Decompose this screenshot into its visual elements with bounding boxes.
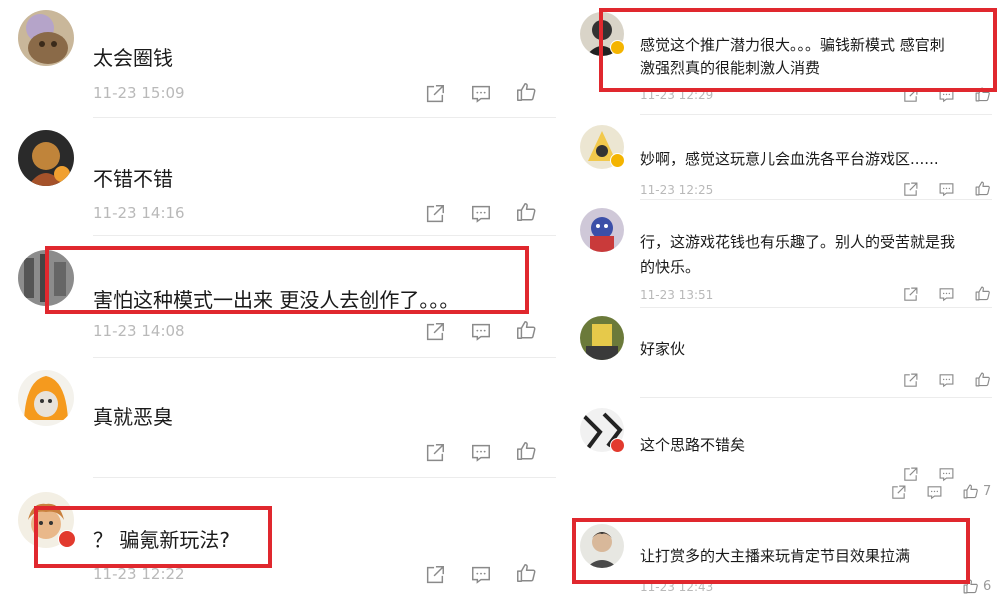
comment-icon[interactable]	[938, 181, 955, 198]
comment-item: 害怕这种模式一出来 更没人去创作了。。。 11-23 14:08	[0, 236, 566, 358]
verified-badge-icon	[610, 40, 625, 55]
comment-icon[interactable]	[938, 466, 955, 483]
share-icon[interactable]	[424, 442, 446, 464]
comment-text: 的快乐。	[640, 258, 701, 276]
share-icon[interactable]	[424, 564, 446, 586]
comment-time: 11-23 12:43	[640, 580, 714, 594]
like-icon[interactable]	[515, 440, 537, 462]
comment-text: 让打赏多的大主播来玩肯定节目效果拉满	[640, 547, 911, 565]
like-icon[interactable]	[974, 285, 991, 302]
comment-icon[interactable]	[938, 372, 955, 389]
comment-item: 行，这游戏花钱也有乐趣了。别人的受苦就是我 的快乐。 11-23 13:51	[566, 200, 1006, 308]
avatar[interactable]	[18, 370, 74, 426]
comment-item: 妙啊，感觉这玩意儿会血洗各平台游戏区...... 11-23 12:25	[566, 115, 1006, 200]
comment-time: 11-23 12:22	[93, 565, 185, 583]
comment-text: 妙啊，感觉这玩意儿会血洗各平台游戏区......	[640, 150, 939, 168]
comment-text: 太会圈钱	[93, 46, 173, 70]
comment-time: 11-23 14:08	[93, 322, 185, 340]
comment-text: 行，这游戏花钱也有乐趣了。别人的受苦就是我	[640, 233, 956, 251]
avatar[interactable]	[18, 10, 74, 66]
share-icon[interactable]	[902, 181, 919, 198]
right-comment-list: 感觉这个推广潜力很大。。。骗钱新模式 感官刺 激强烈真的很能刺激人消费 11-2…	[566, 0, 1006, 594]
like-icon[interactable]	[974, 371, 991, 388]
comment-text: 好家伙	[640, 340, 686, 358]
share-icon[interactable]	[902, 286, 919, 303]
comment-item: 感觉这个推广潜力很大。。。骗钱新模式 感官刺 激强烈真的很能刺激人消费 11-2…	[566, 0, 1006, 115]
like-count: 6	[983, 579, 992, 594]
comment-time: 11-23 15:09	[93, 84, 185, 102]
comment-item: 这个思路不错矣 7	[566, 398, 1006, 508]
avatar[interactable]	[580, 208, 624, 252]
like-count: 7	[983, 484, 992, 499]
comment-time: 11-23 12:25	[640, 183, 714, 197]
comment-text: 感觉这个推广潜力很大。。。骗钱新模式 感官刺	[640, 36, 945, 54]
comment-item: 好家伙	[566, 308, 1006, 398]
share-icon[interactable]	[902, 466, 919, 483]
avatar[interactable]	[18, 250, 74, 306]
comment-item: 真就恶臭	[0, 358, 566, 478]
left-comment-list: 太会圈钱 11-23 15:09 不错不错 11-23 14:16 害怕这种模式…	[0, 0, 566, 594]
share-icon[interactable]	[424, 203, 446, 225]
like-icon[interactable]	[974, 180, 991, 197]
comment-item: 不错不错 11-23 14:16	[0, 118, 566, 236]
comment-text: ？ 骗氪新玩法?	[93, 528, 230, 552]
comment-text: 激强烈真的很能刺激人消费	[640, 59, 821, 77]
like-icon[interactable]	[515, 201, 537, 223]
like-icon[interactable]	[515, 562, 537, 584]
verified-badge-icon	[610, 153, 625, 168]
comment-icon[interactable]	[470, 83, 492, 105]
comment-icon[interactable]	[938, 286, 955, 303]
avatar[interactable]	[18, 130, 74, 186]
comment-text: 不错不错	[93, 167, 173, 191]
badge-icon	[610, 438, 625, 453]
comment-text: 这个思路不错矣	[640, 436, 746, 454]
like-icon[interactable]	[962, 483, 979, 500]
badge-icon	[58, 530, 76, 548]
comment-item: ？ 骗氪新玩法? 11-23 12:22	[0, 478, 566, 594]
share-icon[interactable]	[424, 83, 446, 105]
comment-icon[interactable]	[470, 321, 492, 343]
comment-icon[interactable]	[926, 484, 943, 501]
share-icon[interactable]	[902, 87, 919, 104]
comment-item: 让打赏多的大主播来玩肯定节目效果拉满 11-23 12:43 6	[566, 508, 1006, 594]
comment-text: 害怕这种模式一出来 更没人去创作了。。。	[93, 288, 460, 312]
avatar[interactable]	[580, 316, 624, 360]
comment-time: 11-23 12:29	[640, 88, 714, 102]
comment-icon[interactable]	[938, 87, 955, 104]
comment-icon[interactable]	[470, 203, 492, 225]
avatar[interactable]	[580, 524, 624, 568]
share-icon[interactable]	[424, 321, 446, 343]
comment-text: 真就恶臭	[93, 405, 173, 429]
comment-time: 11-23 13:51	[640, 288, 714, 302]
comment-item: 太会圈钱 11-23 15:09	[0, 0, 566, 118]
comment-icon[interactable]	[470, 442, 492, 464]
like-icon[interactable]	[515, 319, 537, 341]
like-icon[interactable]	[515, 81, 537, 103]
share-icon[interactable]	[890, 484, 907, 501]
share-icon[interactable]	[902, 372, 919, 389]
like-icon[interactable]	[962, 578, 979, 594]
comment-icon[interactable]	[470, 564, 492, 586]
comment-time: 11-23 14:16	[93, 204, 185, 222]
like-icon[interactable]	[974, 86, 991, 103]
